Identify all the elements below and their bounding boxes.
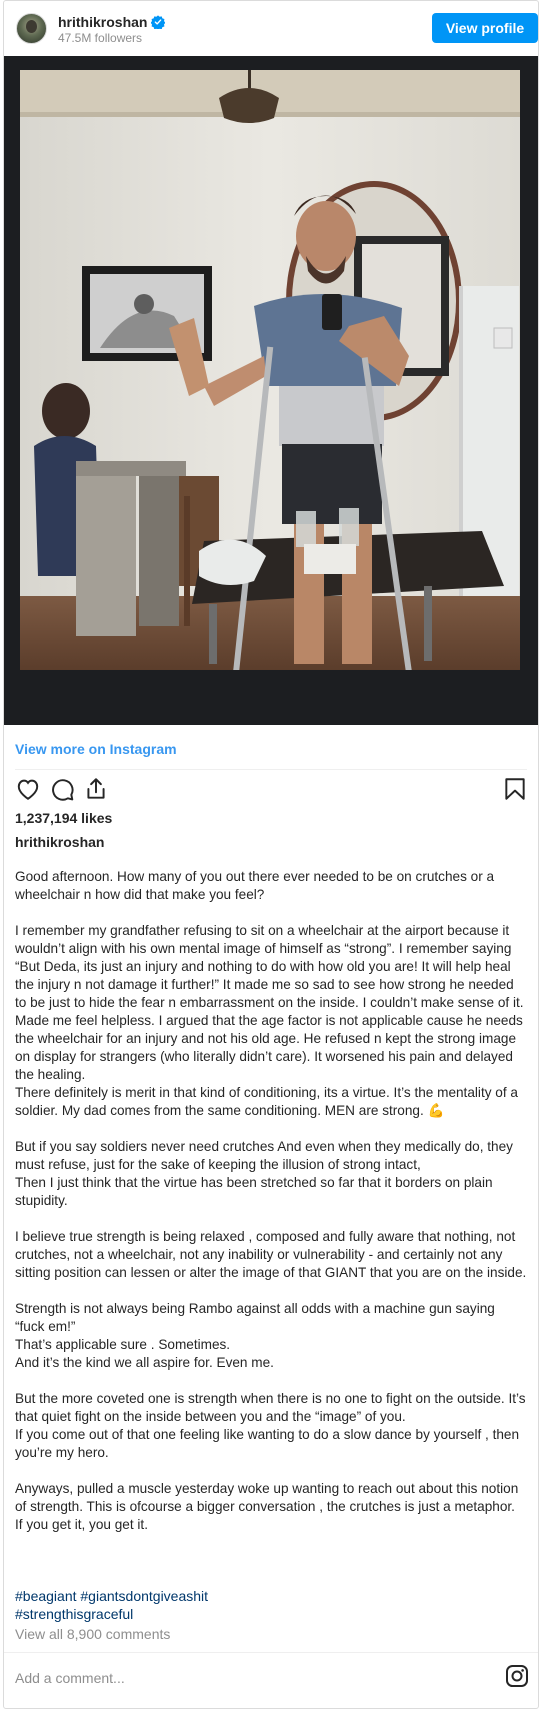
caption-paragraph: I believe true strength is being relaxed… [15, 1229, 527, 1280]
view-profile-button[interactable]: View profile [432, 13, 538, 43]
instagram-embed-card: hrithikroshan 47.5M followers View profi… [3, 0, 539, 1709]
caption-paragraph: But the more coveted one is strength whe… [15, 1391, 526, 1460]
caption-author[interactable]: hrithikroshan [15, 834, 104, 850]
verified-badge-icon [151, 15, 166, 31]
post-header: hrithikroshan 47.5M followers View profi… [4, 1, 538, 56]
share-icon[interactable] [83, 776, 109, 802]
caption-paragraph: Good afternoon. How many of you out ther… [15, 869, 498, 902]
hashtag-link[interactable]: #beagiant #giantsdontgiveashit [15, 1587, 208, 1605]
caption-paragraph: Anyways, pulled a muscle yesterday woke … [15, 1481, 519, 1532]
post-photo[interactable] [4, 56, 538, 725]
post-caption: Good afternoon. How many of you out ther… [15, 868, 527, 1552]
divider [15, 769, 527, 770]
username-link[interactable]: hrithikroshan [58, 14, 147, 30]
username-row: hrithikroshan [58, 13, 166, 31]
caption-paragraph: But if you say soldiers never need crutc… [15, 1139, 513, 1208]
follower-count: 47.5M followers [58, 31, 143, 45]
comment-icon[interactable] [49, 776, 75, 802]
hashtag-link[interactable]: #strengthisgraceful [15, 1605, 208, 1623]
divider [4, 1652, 538, 1653]
avatar[interactable] [16, 13, 47, 44]
add-comment-input[interactable] [15, 1668, 455, 1688]
bookmark-icon[interactable] [502, 776, 528, 802]
caption-paragraph: Strength is not always being Rambo again… [15, 1301, 495, 1370]
hashtags: #beagiant #giantsdontgiveashit #strength… [15, 1587, 208, 1623]
caption-paragraph: I remember my grandfather refusing to si… [15, 923, 524, 1118]
view-all-comments-link[interactable]: View all 8,900 comments [15, 1626, 170, 1642]
heart-icon[interactable] [15, 776, 41, 802]
view-more-on-instagram-link[interactable]: View more on Instagram [15, 741, 177, 757]
instagram-logo-icon[interactable] [505, 1664, 529, 1688]
action-bar [15, 776, 527, 804]
like-count[interactable]: 1,237,194 likes [15, 810, 112, 826]
